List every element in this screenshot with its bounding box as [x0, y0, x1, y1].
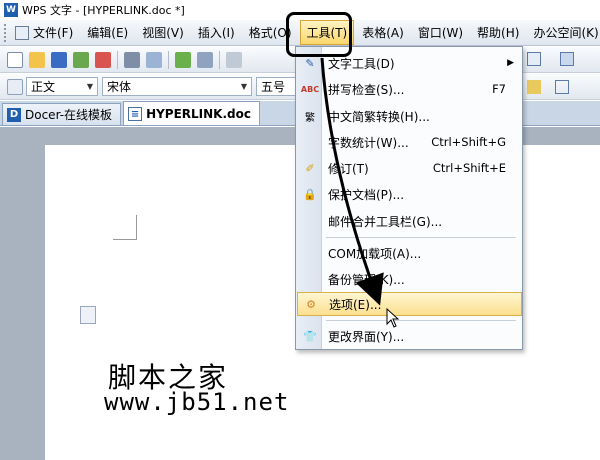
table-icon[interactable] — [527, 52, 541, 66]
font-size-select[interactable]: 五号 — [256, 77, 296, 96]
text-tool-icon: ✎ — [305, 56, 315, 70]
options-gear-icon: ⚙ — [306, 297, 316, 311]
page-margin-marker — [113, 215, 137, 240]
annotation-highlight-box — [286, 12, 352, 57]
columns-icon[interactable] — [560, 52, 574, 66]
styles-icon[interactable] — [7, 78, 23, 95]
format-painter-icon[interactable] — [197, 51, 213, 68]
print-icon[interactable] — [124, 51, 140, 68]
menu-view[interactable]: 视图(V) — [136, 21, 190, 44]
chinese-convert-icon: 繁 — [305, 112, 315, 124]
menu-file[interactable]: 文件(F) — [9, 21, 79, 44]
watermark-site-url: www.jb51.net — [104, 388, 290, 416]
menu-item-backup-management[interactable]: 备份管理(K)... — [297, 267, 522, 291]
docer-icon: D — [7, 107, 21, 122]
menu-item-spellcheck[interactable]: ABC 拼写检查(S)... F7 — [297, 77, 522, 101]
chevron-down-icon: ▼ — [86, 82, 93, 91]
tools-dropdown-menu: ✎ 文字工具(D) ▶ ABC 拼写检查(S)... F7 繁 中文简繁转换(H… — [295, 46, 523, 350]
print-preview-icon[interactable] — [146, 51, 162, 68]
menu-item-com-addins[interactable]: COM加载项(A)... — [297, 241, 522, 265]
tab-label: HYPERLINK.doc — [146, 106, 251, 121]
wps-app-icon: W — [4, 3, 18, 17]
mouse-cursor-icon — [386, 308, 400, 328]
font-select-value: 宋体 — [107, 80, 132, 94]
menu-file-label: 文件(F) — [33, 26, 74, 40]
protect-document-icon: 🔒 — [303, 187, 317, 201]
font-select[interactable]: 宋体 ▼ — [102, 77, 252, 96]
tab-docer-templates[interactable]: D Docer-在线模板 — [2, 103, 122, 125]
menu-doc-icon — [15, 25, 29, 40]
open-folder-icon[interactable] — [29, 51, 45, 68]
menubar-grip — [4, 23, 6, 42]
track-changes-icon: ✐ — [305, 161, 315, 175]
menu-item-protect-document[interactable]: 🔒 保护文档(P)... — [297, 182, 522, 206]
menu-item-word-count[interactable]: 字数统计(W)... Ctrl+Shift+G — [297, 130, 522, 154]
menu-office-space[interactable]: 办公空间(K) — [527, 21, 600, 44]
export-pdf-icon[interactable] — [95, 51, 111, 68]
spellcheck-icon: ABC — [300, 84, 320, 94]
menu-item-options[interactable]: ⚙ 选项(E)... — [297, 292, 522, 316]
embedded-object-icon[interactable] — [80, 306, 96, 324]
menu-item-change-ui[interactable]: 👕 更改界面(Y)... — [297, 324, 522, 348]
toolbar-separator — [168, 50, 169, 69]
tab-hyperlink-doc[interactable]: ≡ HYPERLINK.doc — [123, 101, 260, 125]
chevron-down-icon: ▼ — [240, 82, 247, 91]
document-icon: ≡ — [128, 106, 143, 121]
menu-edit[interactable]: 编辑(E) — [81, 21, 134, 44]
window-title: WPS 文字 - [HYPERLINK.doc *] — [22, 4, 185, 17]
save-icon[interactable] — [51, 51, 67, 68]
new-document-icon[interactable] — [7, 51, 23, 68]
toolbar-separator — [117, 50, 118, 69]
menu-table[interactable]: 表格(A) — [356, 21, 410, 44]
menu-item-track-changes[interactable]: ✐ 修订(T) Ctrl+Shift+E — [297, 156, 522, 180]
highlight-color-icon[interactable] — [527, 80, 541, 94]
style-select-value: 正文 — [31, 80, 56, 94]
menu-separator — [326, 237, 516, 238]
style-select[interactable]: 正文 ▼ — [26, 77, 98, 96]
menu-insert[interactable]: 插入(I) — [192, 21, 241, 44]
insert-icon[interactable] — [175, 51, 191, 68]
export-icon[interactable] — [73, 51, 89, 68]
toolbar-separator — [219, 50, 220, 69]
menu-help[interactable]: 帮助(H) — [471, 21, 525, 44]
menu-item-chinese-convert[interactable]: 繁 中文简繁转换(H)... — [297, 104, 522, 128]
menu-window[interactable]: 窗口(W) — [412, 21, 469, 44]
traditional-chinese-icon[interactable] — [226, 51, 242, 68]
menu-item-mail-merge-toolbar[interactable]: 邮件合并工具栏(G)... — [297, 209, 522, 233]
menu-separator — [326, 320, 516, 321]
submenu-arrow-icon: ▶ — [507, 58, 514, 68]
line-spacing-icon[interactable] — [555, 80, 569, 94]
change-ui-icon: 👕 — [303, 329, 317, 343]
font-size-value: 五号 — [261, 80, 286, 94]
tab-label: Docer-在线模板 — [25, 108, 113, 122]
